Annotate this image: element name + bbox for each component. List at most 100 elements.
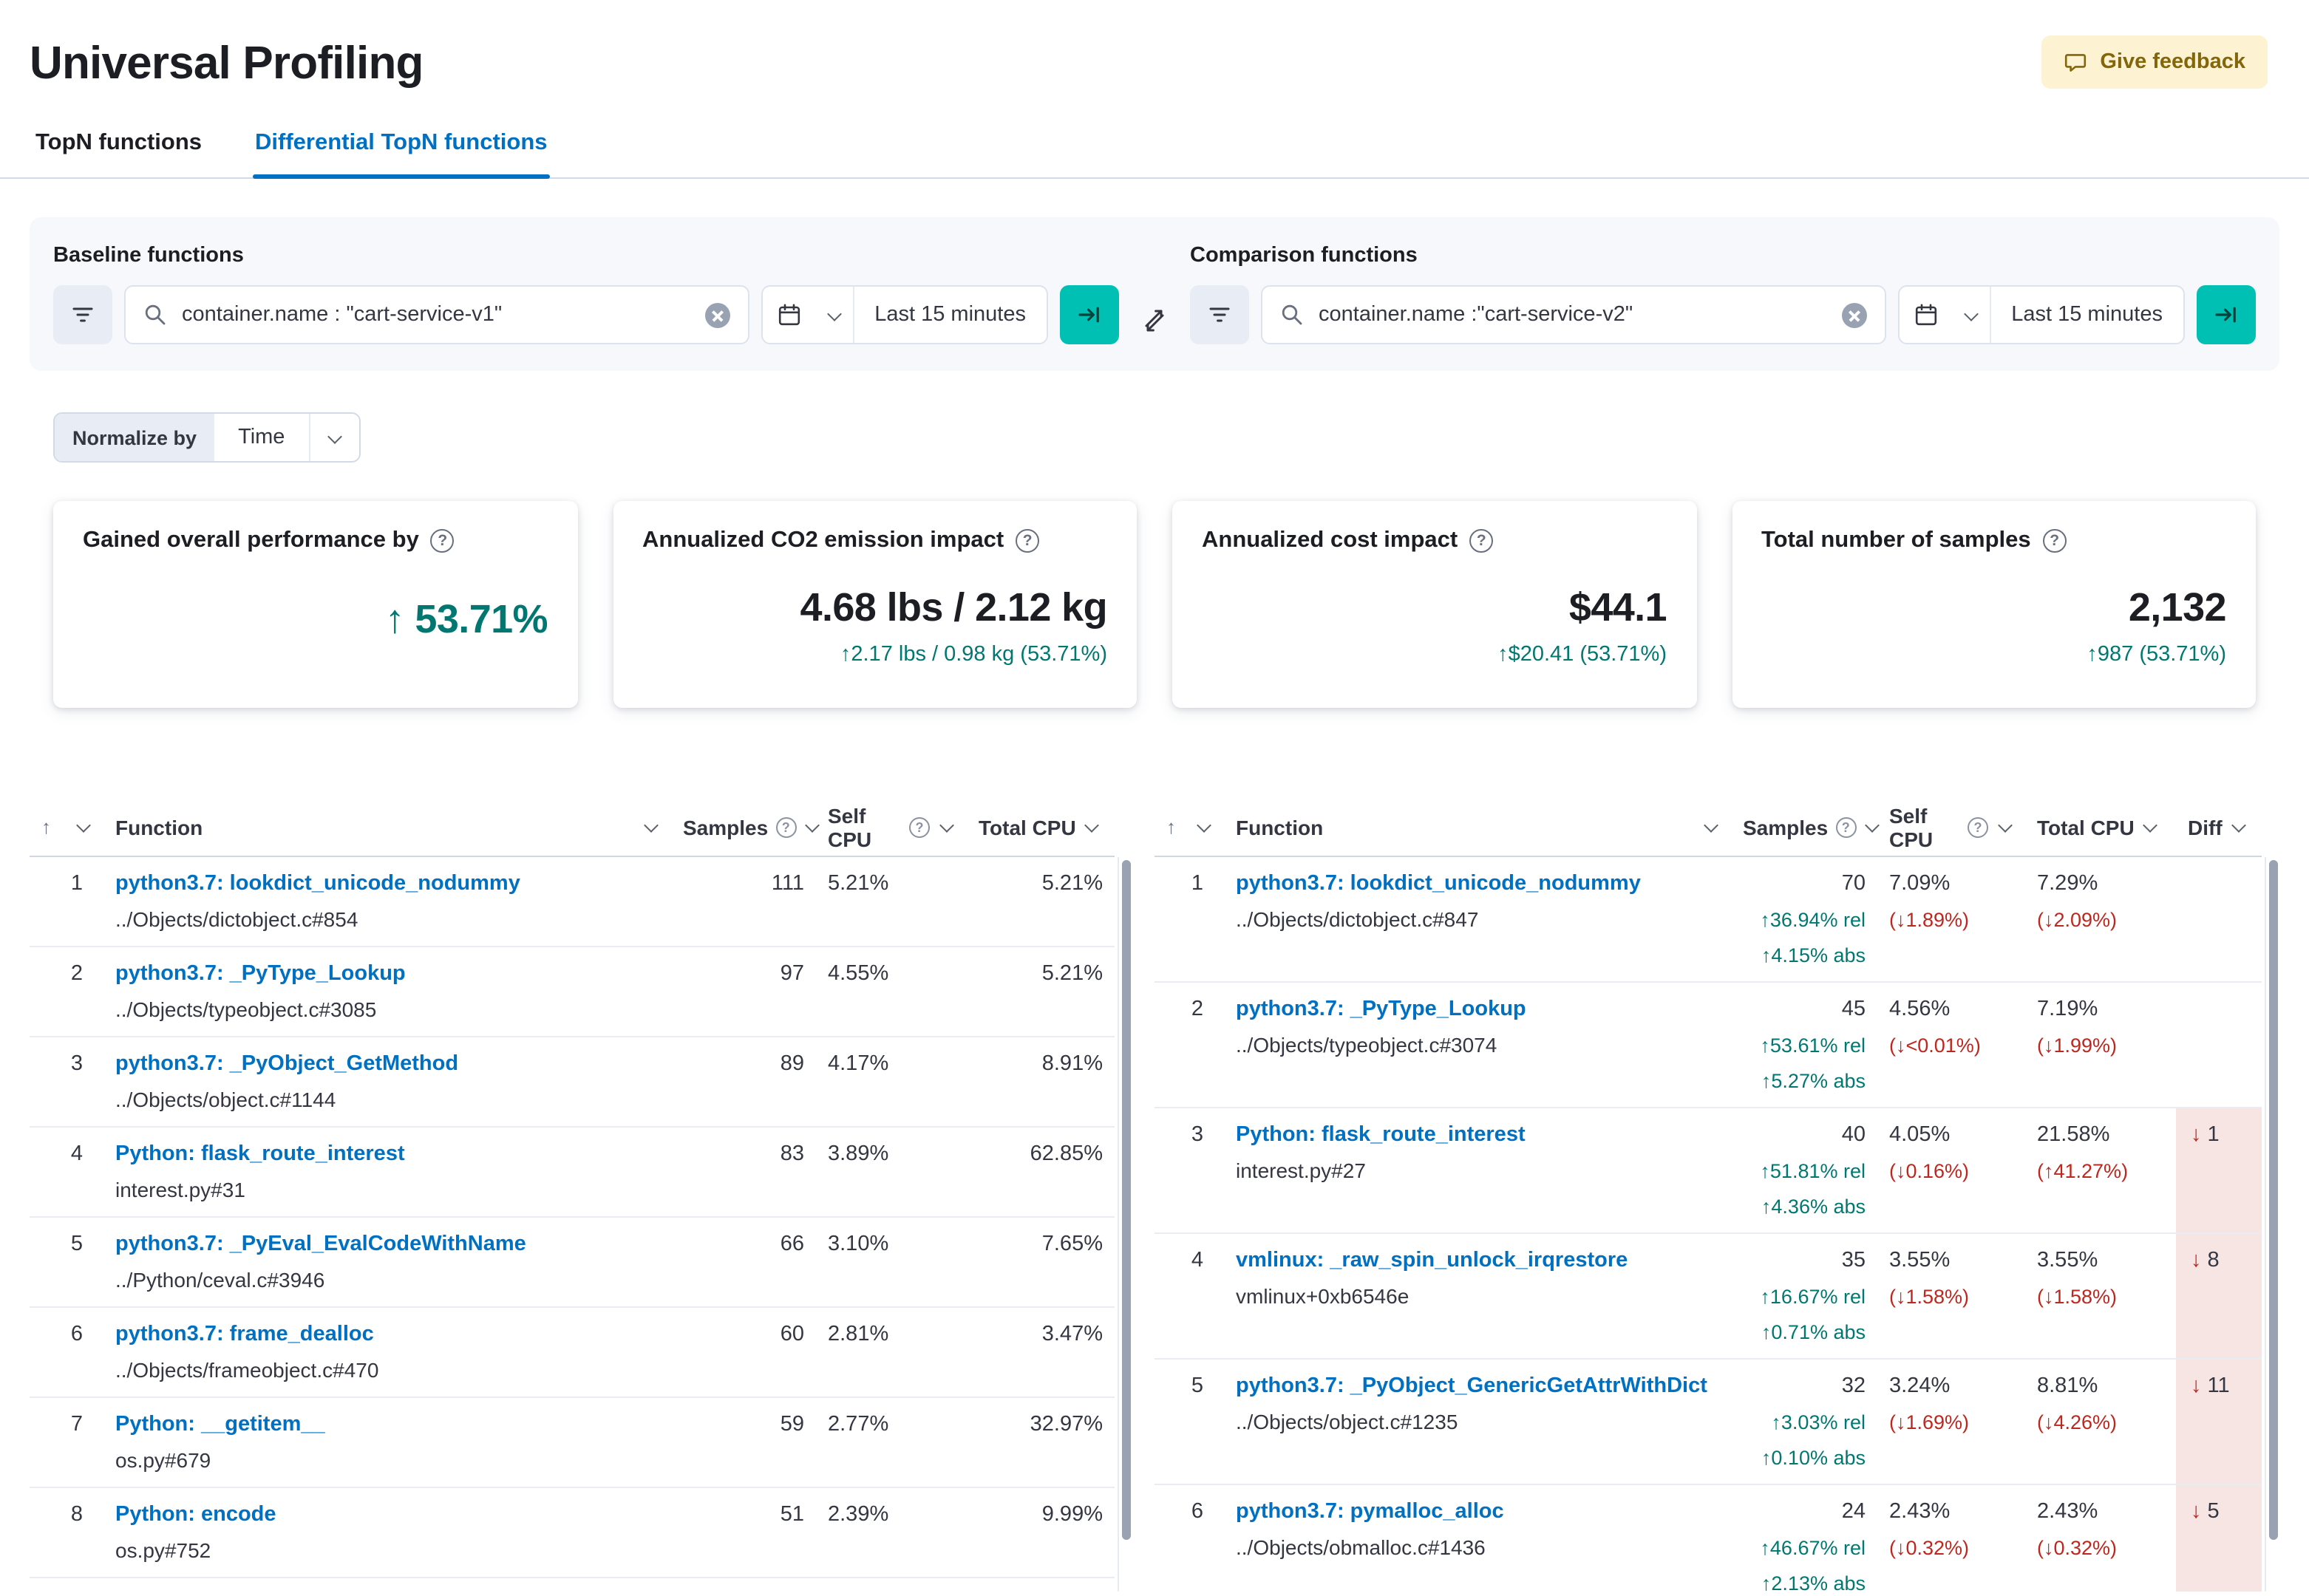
table-scrollbar[interactable]	[2265, 857, 2279, 1592]
performance-card: Gained overall performance by ? ↑ 53.71%	[53, 501, 577, 708]
samples-cell: 35 ↑16.67% rel ↑0.71% abs	[1731, 1232, 1877, 1359]
column-header-diff[interactable]: Diff	[2176, 799, 2262, 856]
table-row: 4 Python: flask_route_interest interest.p…	[30, 1126, 1115, 1217]
function-link[interactable]: python3.7: lookdict_unicode_nodummy	[115, 870, 659, 898]
samples-cell: 24 ↑46.67% rel ↑2.13% abs	[1731, 1484, 1877, 1592]
column-header-self-cpu[interactable]: Self CPU?	[1877, 799, 2025, 856]
chevron-down-icon[interactable]	[2142, 819, 2160, 836]
comparison-time-range[interactable]: Last 15 minutes	[1990, 287, 2183, 343]
chevron-down-icon[interactable]	[1863, 819, 1881, 836]
help-icon[interactable]: ?	[2042, 529, 2067, 553]
help-icon[interactable]: ?	[1469, 529, 1494, 553]
swap-sides-button[interactable]	[1134, 306, 1175, 344]
total-cpu-cell: 7.65%	[967, 1216, 1115, 1307]
function-link[interactable]: python3.7: lookdict_unicode_nodummy	[1236, 870, 1719, 898]
total-cpu-delta: (↓1.58%)	[2037, 1285, 2118, 1307]
calendar-icon[interactable]	[762, 287, 815, 343]
function-link[interactable]: python3.7: _PyType_Lookup	[115, 960, 659, 988]
samples-relative-delta: ↑16.67% rel	[1760, 1285, 1866, 1307]
give-feedback-button[interactable]: Give feedback	[2041, 35, 2268, 89]
scrollbar-thumb[interactable]	[1121, 860, 1130, 1540]
column-header-total-cpu[interactable]: Total CPU	[2025, 799, 2176, 856]
comparison-update-button[interactable]	[2197, 285, 2256, 344]
cost-card-title: Annualized cost impact	[1202, 528, 1458, 553]
chevron-down-icon[interactable]	[308, 414, 358, 461]
function-cell: python3.7: frame_dealloc ../Objects/frame…	[103, 1306, 671, 1397]
samples-cell: 40 ↑51.81% rel ↑4.36% abs	[1731, 1107, 1877, 1233]
function-link[interactable]: Python: encode	[115, 1501, 659, 1529]
help-icon[interactable]: ?	[1016, 529, 1040, 553]
chevron-down-icon[interactable]	[815, 287, 854, 343]
normalize-value-button[interactable]: Time	[214, 414, 308, 461]
column-header-self-cpu[interactable]: Self CPU?	[816, 799, 967, 856]
chevron-down-icon[interactable]	[937, 819, 955, 836]
calendar-icon[interactable]	[1899, 287, 1952, 343]
baseline-update-button[interactable]	[1060, 285, 1119, 344]
function-link[interactable]: python3.7: _PyType_Lookup	[1236, 995, 1719, 1023]
function-link[interactable]: Python: flask_route_interest	[1236, 1121, 1719, 1149]
table-scrollbar[interactable]	[1118, 857, 1132, 1592]
comparison-label: Comparison functions	[1190, 244, 1418, 267]
filter-button[interactable]	[53, 285, 112, 344]
comparison-query-input[interactable]: container.name :"cart-service-v2"	[1261, 285, 1886, 344]
chevron-down-icon[interactable]	[1701, 819, 1719, 836]
samples-cell: 111	[671, 856, 816, 947]
self-cpu-delta: (↓1.58%)	[1889, 1285, 1970, 1307]
function-source: vmlinux+0xb6546e	[1236, 1283, 1409, 1307]
chevron-down-icon[interactable]	[642, 819, 659, 836]
scrollbar-thumb[interactable]	[2268, 860, 2277, 1540]
column-header-function[interactable]: Function	[1224, 799, 1731, 856]
function-link[interactable]: vmlinux: _raw_spin_unlock_irqrestore	[1236, 1247, 1719, 1275]
column-header-rank[interactable]: ↑	[1154, 799, 1224, 856]
universal-profiling-page: Universal Profiling Give feedback TopN f…	[0, 0, 2309, 1596]
chevron-down-icon[interactable]	[803, 819, 821, 836]
function-link[interactable]: Python: __getitem__	[115, 1411, 659, 1439]
function-link[interactable]: python3.7: _PyObject_GenericGetAttrWithD…	[1236, 1372, 1719, 1400]
function-link[interactable]: python3.7: frame_dealloc	[115, 1320, 659, 1348]
column-header-samples[interactable]: Samples?	[671, 799, 816, 856]
self-cpu-cell: 7.09% (↓1.89%)	[1877, 856, 2025, 982]
function-link[interactable]: Python: flask_route_interest	[115, 1140, 659, 1168]
function-link[interactable]: python3.7: _PyObject_GetMethod	[115, 1050, 659, 1078]
filter-button[interactable]	[1190, 285, 1249, 344]
function-cell: Python: flask_route_interest interest.py#…	[1224, 1107, 1731, 1233]
filter-icon	[1208, 303, 1231, 327]
column-header-function[interactable]: Function	[103, 799, 671, 856]
chevron-down-icon[interactable]	[1996, 819, 2013, 836]
clear-icon[interactable]	[704, 302, 730, 327]
tab-differential-topn-functions[interactable]: Differential TopN functions	[252, 115, 551, 179]
rank-cell: 3	[30, 1036, 103, 1127]
samples-absolute-delta: ↑4.15% abs	[1761, 944, 1866, 966]
function-cell: python3.7: lookdict_unicode_nodummy ../Ob…	[103, 856, 671, 947]
submit-arrow-icon	[1078, 303, 1101, 327]
info-icon[interactable]: ?	[775, 816, 797, 838]
chevron-down-icon[interactable]	[2230, 819, 2248, 836]
function-source: interest.py#27	[1236, 1158, 1366, 1181]
info-icon[interactable]: ?	[1835, 816, 1857, 838]
clear-icon[interactable]	[1841, 302, 1867, 327]
chevron-down-icon[interactable]	[1952, 287, 1991, 343]
baseline-time-range[interactable]: Last 15 minutes	[854, 287, 1047, 343]
help-icon[interactable]: ?	[430, 529, 455, 553]
table-row: 4 vmlinux: _raw_spin_unlock_irqrestore vm…	[1154, 1232, 2262, 1359]
samples-relative-delta: ↑3.03% rel	[1771, 1411, 1866, 1433]
tab-topn-functions[interactable]: TopN functions	[33, 115, 205, 177]
self-cpu-cell: 2.39%	[816, 1487, 967, 1578]
function-link[interactable]: python3.7: pymalloc_alloc	[1236, 1498, 1719, 1526]
chevron-down-icon[interactable]	[74, 819, 92, 836]
rank-diff-cell	[2176, 981, 2262, 1108]
column-header-samples[interactable]: Samples?	[1731, 799, 1877, 856]
column-header-rank[interactable]: ↑	[30, 799, 103, 856]
function-cell: python3.7: _PyType_Lookup ../Objects/type…	[103, 946, 671, 1037]
table-row: 1 python3.7: lookdict_unicode_nodummy ../…	[30, 856, 1115, 947]
function-link[interactable]: python3.7: _PyDict_LoadGlobal	[115, 1591, 659, 1592]
function-link[interactable]: python3.7: _PyEval_EvalCodeWithName	[115, 1230, 659, 1258]
info-icon[interactable]: ?	[1968, 816, 1988, 838]
baseline-query-input[interactable]: container.name : "cart-service-v1"	[124, 285, 749, 344]
total-cpu-cell: 3.47%	[967, 1306, 1115, 1397]
column-header-total-cpu[interactable]: Total CPU	[967, 799, 1115, 856]
self-cpu-cell: 3.10%	[816, 1216, 967, 1307]
chevron-down-icon[interactable]	[1194, 819, 1212, 836]
info-icon[interactable]: ?	[909, 816, 930, 838]
chevron-down-icon[interactable]	[1084, 819, 1101, 836]
